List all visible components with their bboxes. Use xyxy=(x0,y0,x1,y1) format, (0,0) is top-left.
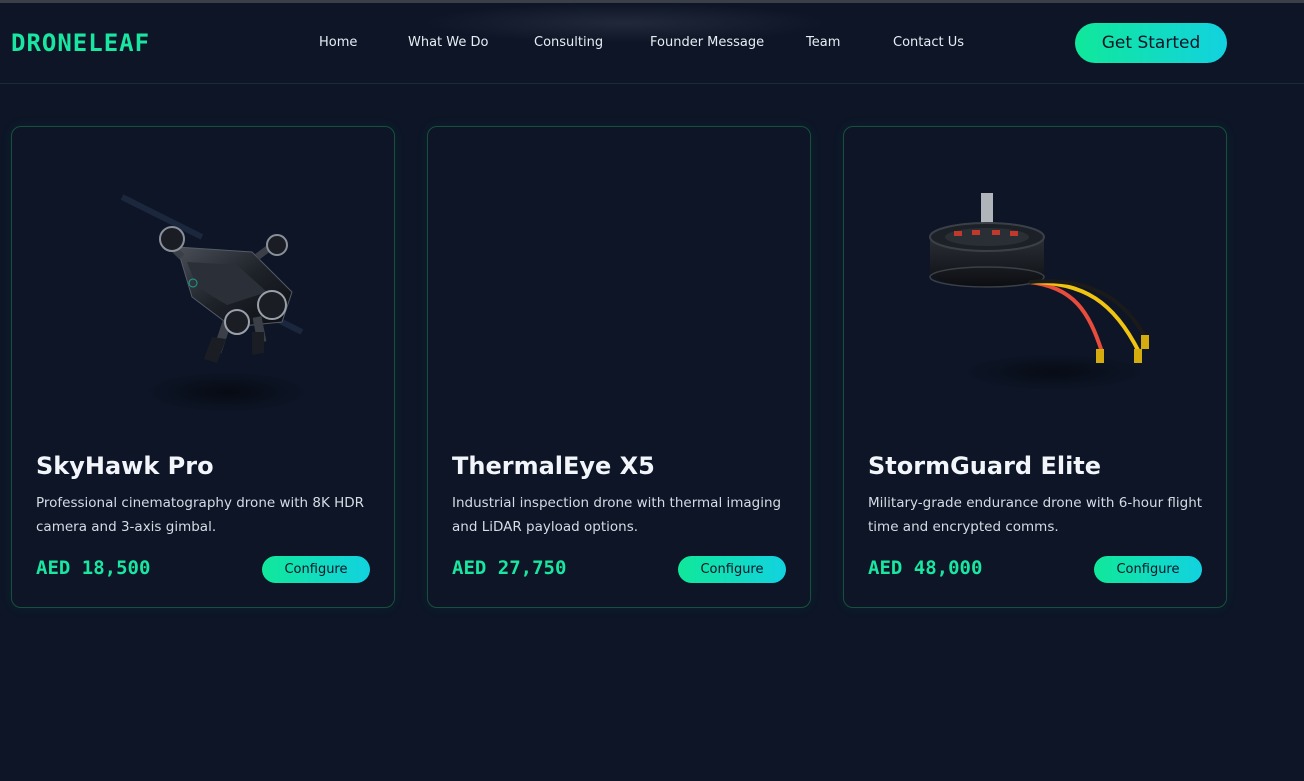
nav-item-what-we-do[interactable]: What We Do xyxy=(408,35,488,50)
product-card-stormguard-elite: StormGuard Elite Military-grade enduranc… xyxy=(843,126,1227,608)
product-description: Professional cinematography drone with 8… xyxy=(36,495,365,535)
product-price: AED 27,750 xyxy=(452,557,567,579)
product-title: StormGuard Elite xyxy=(868,452,1102,480)
product-description: Military-grade endurance drone with 6-ho… xyxy=(868,495,1203,535)
product-price: AED 48,000 xyxy=(868,557,983,579)
product-title: ThermalEye X5 xyxy=(452,452,655,480)
drone-image xyxy=(12,127,394,427)
motor-image xyxy=(844,127,1226,427)
nav-item-home[interactable]: Home xyxy=(319,35,357,50)
nav-item-team[interactable]: Team xyxy=(806,35,840,50)
brand-logo[interactable]: DRONELEAF xyxy=(11,29,150,57)
product-card-thermaleye-x5: ThermalEye X5 Industrial inspection dron… xyxy=(427,126,811,608)
site-header: DRONELEAF Home What We Do Consulting Fou… xyxy=(0,3,1304,84)
product-image-placeholder xyxy=(428,127,810,427)
nav-item-contact-us[interactable]: Contact Us xyxy=(893,35,964,50)
configure-button[interactable]: Configure xyxy=(1094,556,1202,583)
product-description: Industrial inspection drone with thermal… xyxy=(452,495,782,535)
product-title: SkyHawk Pro xyxy=(36,452,214,480)
get-started-button[interactable]: Get Started xyxy=(1075,23,1227,63)
configure-button[interactable]: Configure xyxy=(262,556,370,583)
nav-item-founder-message[interactable]: Founder Message xyxy=(650,35,764,50)
product-price: AED 18,500 xyxy=(36,557,151,579)
nav-item-consulting[interactable]: Consulting xyxy=(534,35,603,50)
configure-button[interactable]: Configure xyxy=(678,556,786,583)
product-card-skyhawk-pro: SkyHawk Pro Professional cinematography … xyxy=(11,126,395,608)
